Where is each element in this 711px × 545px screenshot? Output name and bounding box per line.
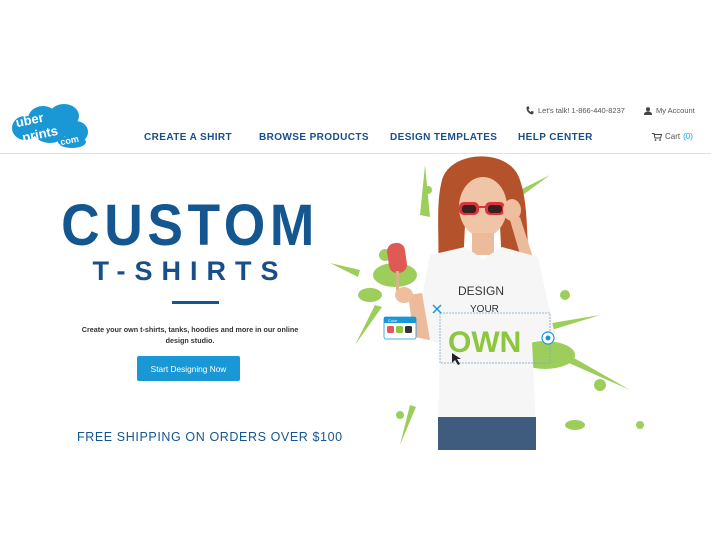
uberprints-logo[interactable]: uber prints .com bbox=[12, 102, 92, 148]
shirt-text-own: OWN bbox=[448, 326, 521, 359]
hero-subtitle: Create your own t-shirts, tanks, hoodies… bbox=[81, 325, 299, 345]
cart-count: (0) bbox=[683, 132, 693, 141]
cart-link[interactable]: Cart (0) bbox=[652, 132, 693, 141]
hero-banner: CUSTOM T-SHIRTS Create your own t-shirts… bbox=[0, 155, 711, 450]
nav-design-templates[interactable]: DESIGN TEMPLATES bbox=[390, 132, 497, 143]
rotate-handle-icon bbox=[541, 331, 555, 345]
color-picker-widget: Color bbox=[383, 316, 417, 340]
nav-help-center[interactable]: HELP CENTER bbox=[518, 132, 593, 143]
nav-create-a-shirt[interactable]: CREATE A SHIRT bbox=[144, 132, 232, 143]
cart-label: Cart bbox=[665, 132, 681, 141]
user-icon bbox=[644, 106, 652, 115]
nav-browse-products[interactable]: BROWSE PRODUCTS bbox=[259, 132, 369, 143]
my-account-label: My Account bbox=[656, 106, 695, 115]
cart-icon bbox=[652, 132, 662, 141]
phone-icon bbox=[526, 106, 534, 115]
site-header: uber prints .com Let's talk! 1-866-440-8… bbox=[0, 96, 711, 154]
start-designing-button[interactable]: Start Designing Now bbox=[137, 356, 240, 381]
color-widget-label: Color bbox=[388, 318, 398, 323]
my-account-link[interactable]: My Account bbox=[644, 106, 695, 115]
phone-contact[interactable]: Let's talk! 1-866-440-8237 bbox=[526, 106, 625, 115]
hero-divider bbox=[172, 301, 219, 304]
shirt-text-design: DESIGN bbox=[458, 284, 504, 298]
hero-model-image: DESIGN YOUR OWN Color bbox=[330, 156, 644, 450]
phone-text: Let's talk! 1-866-440-8237 bbox=[538, 106, 625, 115]
